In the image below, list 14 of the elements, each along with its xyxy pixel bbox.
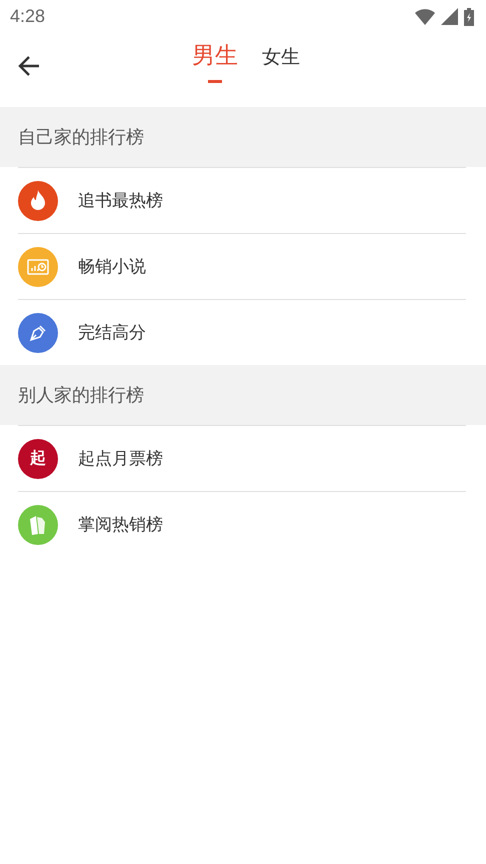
- ranking-list-item[interactable]: 起点月票榜: [78, 447, 163, 470]
- gender-tab[interactable]: 女生: [262, 46, 300, 80]
- signal-icon: [441, 8, 458, 25]
- ranking-list-item[interactable]: 完结高分: [78, 321, 146, 344]
- section-header: 自己家的排行榜: [0, 107, 486, 167]
- wifi-icon: [415, 8, 435, 24]
- gender-tab[interactable]: 男生: [192, 43, 238, 83]
- ranking-list-item[interactable]: 追书最热榜: [78, 189, 163, 212]
- section-header: 别人家的排行榜: [0, 365, 486, 425]
- ranking-list-item[interactable]: 畅销小说: [78, 255, 146, 278]
- status-time: 4:28: [10, 6, 46, 27]
- logo-icon: 起: [18, 438, 58, 478]
- ranking-list-item[interactable]: 掌阅热销榜: [78, 513, 163, 536]
- battery-icon: [464, 8, 474, 26]
